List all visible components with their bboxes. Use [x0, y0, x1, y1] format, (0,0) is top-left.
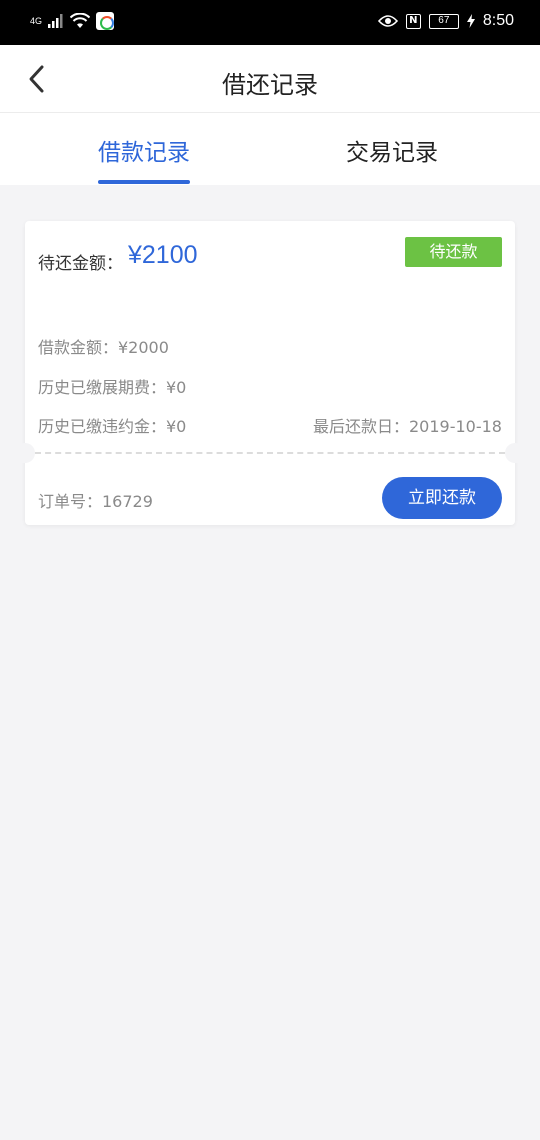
status-left: 4G — [30, 12, 115, 30]
tab-active-indicator — [98, 180, 190, 184]
page-title: 借还记录 — [222, 71, 318, 99]
app-notification-icon — [96, 12, 115, 30]
divider — [35, 452, 505, 454]
clock: 8:50 — [482, 12, 514, 29]
signal-icon — [48, 14, 63, 28]
loan-card: 待还金额： ¥2100 待还款 借款金额：¥2000 历史已缴展期费：¥0 历史… — [15, 221, 525, 525]
extension-fee: 历史已缴展期费：¥0 — [38, 378, 187, 397]
amount-due-value: ¥2100 — [128, 241, 198, 269]
tab-loan-records[interactable]: 借款记录 — [98, 133, 190, 184]
record-tabs: 借款记录 交易记录 — [0, 113, 540, 185]
network-type: 4G — [30, 16, 43, 26]
nav-bar: 借还记录 — [0, 45, 540, 113]
order-number: 订单号：16729 — [38, 492, 153, 511]
battery-icon: 67 — [428, 13, 459, 29]
charging-icon — [466, 14, 475, 28]
repay-now-button[interactable]: 立即还款 — [382, 477, 502, 519]
card-notch-left — [15, 443, 35, 463]
amount-due-label: 待还金额： — [38, 254, 123, 274]
status-badge: 待还款 — [405, 237, 502, 267]
nfc-icon: N — [405, 13, 421, 29]
eye-icon — [377, 15, 398, 27]
wifi-icon — [70, 13, 91, 28]
status-bar: 4G N 67 8:50 — [0, 0, 540, 45]
tab-transaction-records[interactable]: 交易记录 — [346, 133, 438, 167]
tab-label: 交易记录 — [346, 140, 438, 166]
card-notch-right — [505, 443, 525, 463]
status-right: N 67 8:50 — [377, 12, 514, 30]
loan-amount: 借款金额：¥2000 — [38, 338, 169, 357]
penalty-fee: 历史已缴违约金：¥0 — [38, 417, 187, 436]
tab-label: 借款记录 — [98, 140, 190, 166]
due-date: 最后还款日：2019-10-18 — [313, 417, 502, 436]
